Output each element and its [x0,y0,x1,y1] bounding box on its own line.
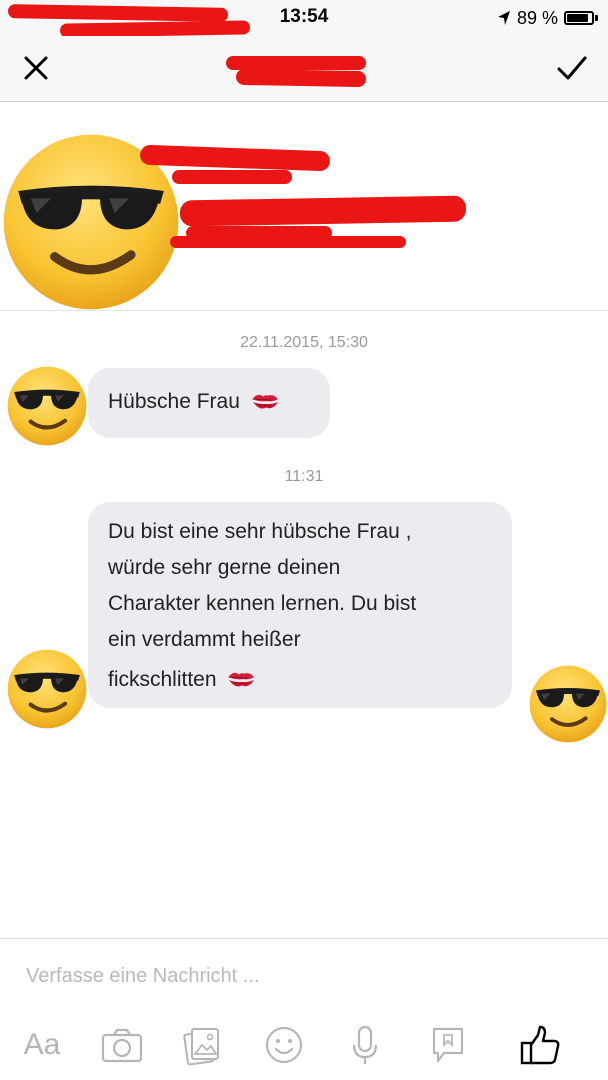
message-bubble[interactable]: Hübsche Frau [88,368,330,438]
sunglasses-emoji-icon[interactable] [6,365,88,447]
gallery-icon[interactable] [182,1023,224,1067]
redaction-mark [179,195,467,227]
thumbs-up-icon[interactable] [518,1023,562,1067]
redaction-mark [235,68,367,88]
composer-toolbar: Aa [0,1023,608,1071]
message-line: Du bist eine sehr hübsche Frau , [108,520,412,543]
emoji-icon[interactable] [264,1023,304,1067]
message-input[interactable] [26,959,566,993]
seen-indicator-sunglasses-emoji-icon [528,664,608,744]
message-timestamp: 22.11.2015, 15:30 [240,334,368,351]
close-icon[interactable] [22,54,50,82]
kiss-mark-icon [226,669,256,691]
battery-percent: 89 % [516,7,558,28]
message-line: fickschlitten [108,668,217,691]
messenger-screen: 13:54 89 % 22.11.2015, 15:30 Hübsche Fra… [0,0,608,1080]
checkmark-icon[interactable] [556,54,588,82]
camera-icon[interactable] [100,1023,144,1067]
redaction-mark [172,170,292,184]
battery-icon [564,11,598,25]
redaction-mark [226,56,366,70]
text-format-button[interactable]: Aa [18,1023,66,1067]
message-line: würde sehr gerne deinen [108,556,341,579]
kiss-mark-icon [250,391,280,413]
message-bubble[interactable]: Du bist eine sehr hübsche Frau , würde s… [88,502,512,708]
location-arrow-icon [497,11,510,25]
message-timestamp: 11:31 [284,468,324,485]
status-right: 89 % [497,6,598,30]
message-line: ein verdammt heißer [108,628,301,651]
microphone-icon[interactable] [350,1023,380,1067]
message-line: Charakter kennen lernen. Du bist [108,592,417,615]
message-text: Hübsche Frau [108,390,240,413]
sunglasses-emoji-icon[interactable] [6,648,88,730]
message-line-last: fickschlitten [108,662,492,698]
message-composer: Aa [0,938,608,1080]
redaction-mark [170,236,406,248]
sticker-icon[interactable] [430,1023,466,1067]
